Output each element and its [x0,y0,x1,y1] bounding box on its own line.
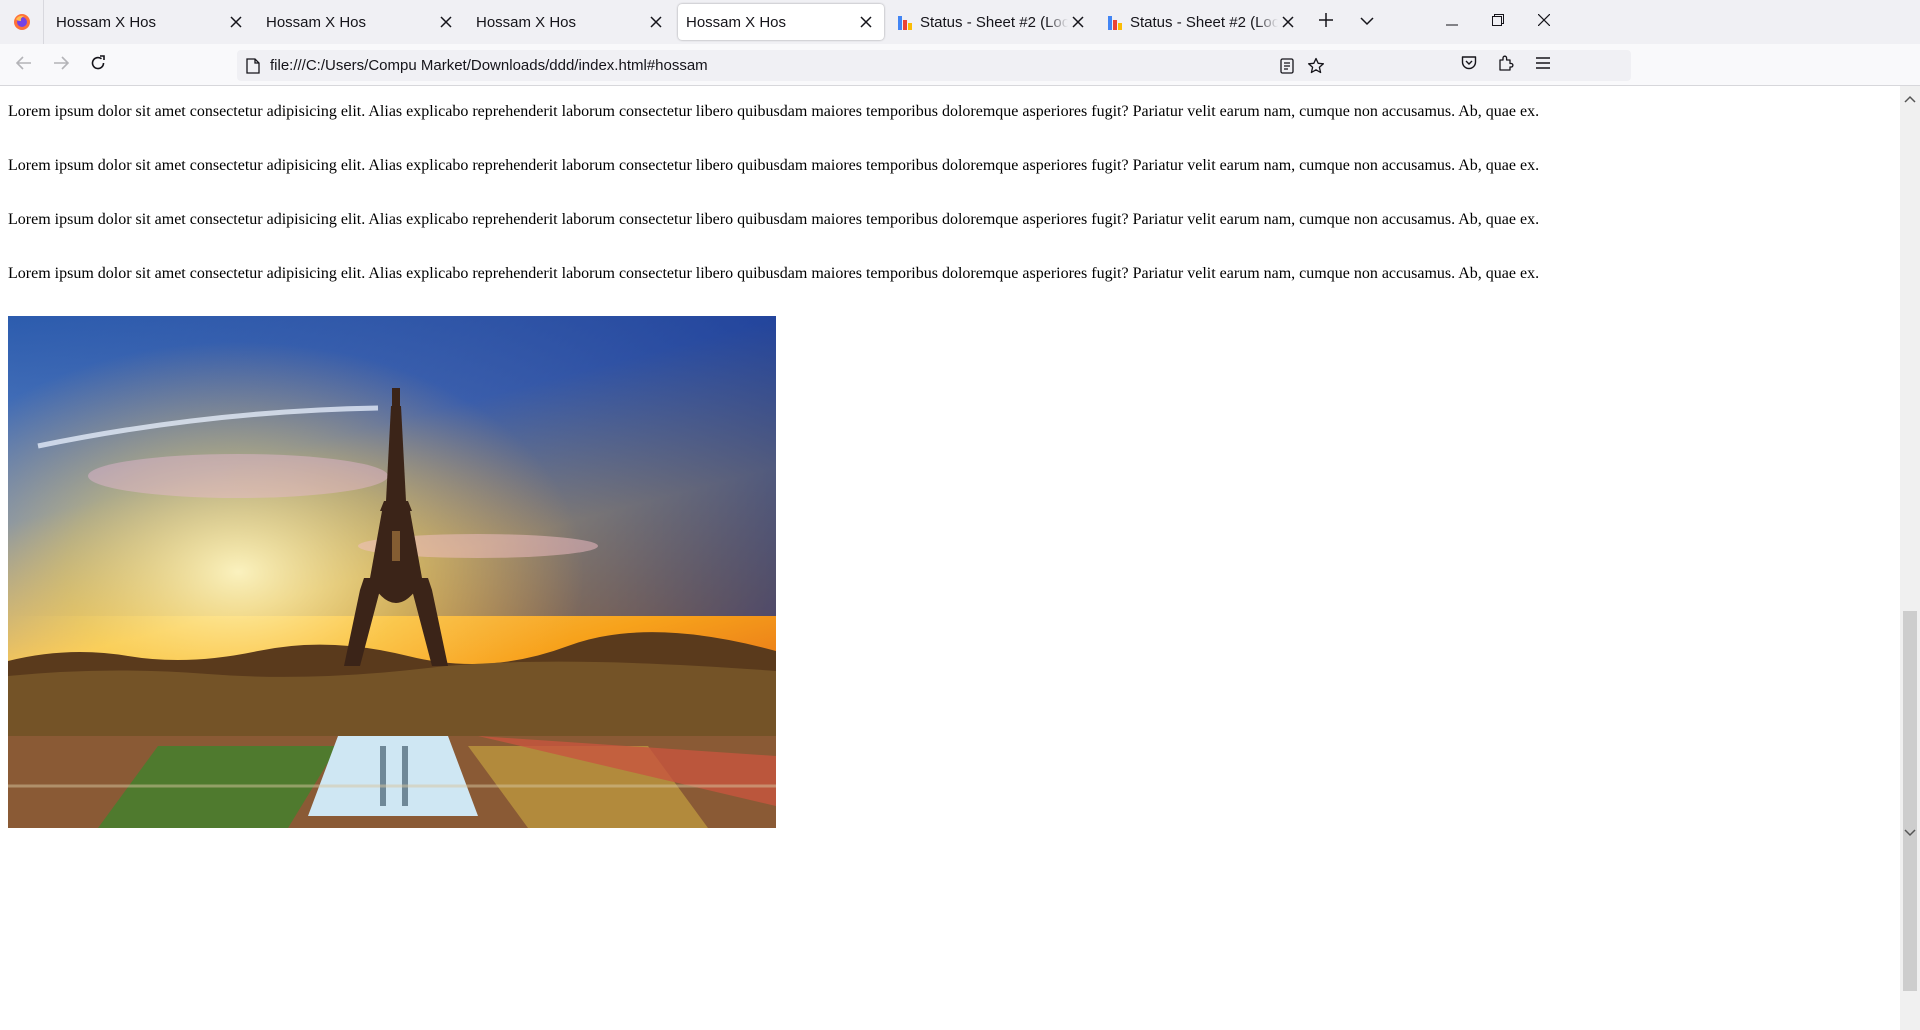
close-icon[interactable] [1068,12,1088,32]
app-menu-button[interactable] [1527,49,1559,81]
restore-icon [1492,13,1504,31]
paragraph: Lorem ipsum dolor sit amet consectetur a… [8,265,1540,282]
tab-title: Hossam X Hos [476,13,577,31]
eiffel-tower-photo [8,316,776,828]
puzzle-icon [1498,55,1514,76]
tab-title: Status - Sheet #2 (Loops) - C [920,13,1068,31]
tab-hossam-active[interactable]: Hossam X Hos [678,4,884,40]
minimize-button[interactable] [1429,0,1475,44]
reload-icon [90,54,106,76]
close-icon[interactable] [1278,12,1298,32]
reload-button[interactable] [82,49,114,81]
paragraph: Lorem ipsum dolor sit amet consectetur a… [8,103,1540,120]
url-text[interactable]: file:///C:/Users/Compu Market/Downloads/… [270,57,708,74]
scrollbar-thumb[interactable] [1903,611,1917,991]
tab-title: Hossam X Hos [686,13,787,31]
tab-strip: Hossam X Hos Hossam X Hos Hossam X Hos H… [0,0,1920,44]
list-all-tabs-button[interactable] [1351,6,1383,38]
tab-title: Status - Sheet #2 (Loops) - C [1130,13,1278,31]
restore-button[interactable] [1475,0,1521,44]
forward-arrow-icon [53,55,70,75]
tab-hossam-3[interactable]: Hossam X Hos [468,4,674,40]
scroll-down-arrow-icon[interactable] [1904,824,1916,842]
google-sheets-chart-icon [1108,14,1124,30]
pocket-button[interactable] [1453,49,1485,81]
tab-status-sheet-1[interactable]: Status - Sheet #2 (Loops) - C [890,4,1096,40]
tab-hossam-1[interactable]: Hossam X Hos [48,4,254,40]
paragraph: Lorem ipsum dolor sit amet consectetur a… [8,211,1540,228]
close-icon[interactable] [226,12,246,32]
tab-hossam-2[interactable]: Hossam X Hos [258,4,464,40]
navigation-toolbar: file:///C:/Users/Compu Market/Downloads/… [0,44,1920,86]
paragraph: Lorem ipsum dolor sit amet consectetur a… [8,157,1540,174]
reader-view-icon[interactable] [1277,56,1297,76]
close-icon[interactable] [646,12,666,32]
vertical-scrollbar[interactable] [1900,86,1920,1030]
hamburger-menu-icon [1536,56,1550,74]
close-icon[interactable] [436,12,456,32]
close-icon [1537,13,1551,31]
back-button[interactable] [8,49,40,81]
close-icon[interactable] [856,12,876,32]
scroll-up-arrow-icon[interactable] [1904,90,1916,108]
new-tab-button[interactable] [1310,6,1342,38]
extensions-button[interactable] [1490,49,1522,81]
page-icon [243,56,263,76]
plus-icon [1319,12,1333,32]
minimize-icon [1446,13,1458,31]
star-icon[interactable] [1306,56,1326,76]
google-sheets-chart-icon [898,14,914,30]
firefox-logo-icon[interactable] [0,0,44,44]
chevron-down-icon [1360,13,1374,31]
tab-title: Hossam X Hos [56,13,157,31]
tab-title: Hossam X Hos [266,13,367,31]
tab-status-sheet-2[interactable]: Status - Sheet #2 (Loops) - C [1100,4,1306,40]
back-arrow-icon [15,55,32,75]
page-content: Lorem ipsum dolor sit amet consectetur a… [0,86,1900,1030]
pocket-icon [1461,55,1477,75]
close-window-button[interactable] [1521,0,1567,44]
url-bar[interactable]: file:///C:/Users/Compu Market/Downloads/… [237,50,1631,81]
forward-button[interactable] [45,49,77,81]
